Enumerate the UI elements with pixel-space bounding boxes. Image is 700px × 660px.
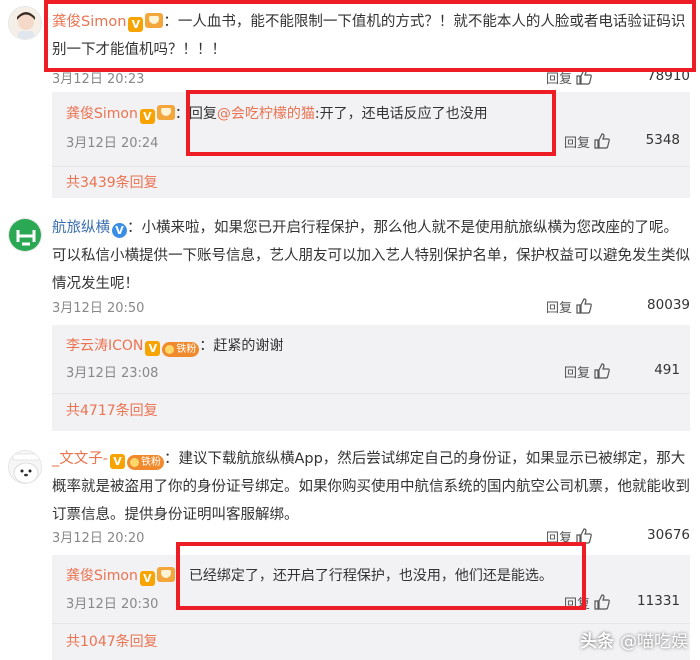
comment-text: _文文子- V 铁粉 ：建议下载航旅纵横App，然后尝试绑定自己的身份证，如果显示已被… [52, 451, 690, 523]
like-count: 491 [654, 362, 680, 378]
like-count: 30676 [647, 527, 690, 543]
verified-icon: V [112, 223, 127, 238]
reply-button[interactable]: 回复 [564, 593, 590, 612]
avatar[interactable] [8, 450, 42, 484]
avatar[interactable] [8, 6, 42, 40]
reply-button[interactable]: 回复 [564, 132, 590, 151]
reply-box: 李云涛ICON V 铁粉 ：赶紧的谢谢 3月12日 23:08 回复 491 共471… [52, 325, 690, 431]
comment-text: 航旅纵横 V ：小横来啦，如果您已开启行程保护，那么他人就不是使用航旅纵横为您改座的… [52, 220, 690, 292]
timestamp: 3月12日 23:08 [66, 366, 159, 381]
divider [52, 623, 690, 624]
like-count: 78910 [647, 68, 690, 84]
verified-icon: V [109, 454, 125, 469]
verified-icon: V [139, 571, 155, 586]
crown-icon [156, 105, 175, 120]
crown-icon [156, 567, 175, 582]
username-link[interactable]: 航旅纵横 [52, 220, 110, 236]
thumbs-up-icon[interactable] [576, 528, 592, 544]
verified-icon: V [128, 17, 144, 32]
thumbs-up-icon[interactable] [576, 69, 592, 85]
comment-text: 龚俊Simon V ：一人血书，能不能限制一下值机的方式？！就不能本人的人脸或者电话… [52, 13, 686, 58]
reply-button[interactable]: 回复 [546, 68, 572, 87]
username-link[interactable]: 龚俊Simon [66, 106, 138, 122]
timestamp: 3月12日 20:50 [52, 301, 145, 316]
reply-prefix: 回复 [188, 106, 217, 122]
reply-button[interactable]: 回复 [546, 527, 572, 546]
reply-meta: 3月12日 20:30 回复 11331 [66, 593, 690, 613]
more-replies-link[interactable]: 共4717条回复 [66, 400, 158, 420]
more-replies-link[interactable]: 共3439条回复 [66, 172, 158, 192]
fan-badge: 铁粉 [162, 342, 200, 357]
divider [52, 393, 690, 394]
reply-text: 李云涛ICON V 铁粉 ：赶紧的谢谢 [66, 334, 682, 358]
watermark-brand: 头条 [580, 632, 615, 652]
more-replies-link[interactable]: 共1047条回复 [66, 631, 158, 651]
reply-button[interactable]: 回复 [546, 297, 572, 316]
thumbs-up-icon[interactable] [576, 298, 592, 314]
reply-box: 龚俊Simon V ：回复@会吃柠檬的猫:开了，还电话反应了也没用 3月12日 20… [52, 92, 690, 198]
like-count: 80039 [647, 297, 690, 313]
thumbs-up-icon[interactable] [594, 363, 610, 379]
thumbs-up-icon[interactable] [594, 133, 610, 149]
timestamp: 3月12日 20:23 [52, 72, 145, 87]
like-count: 11331 [637, 593, 680, 609]
mention-link[interactable]: @会吃柠檬的猫 [217, 106, 315, 122]
username-link[interactable]: _文文子- [52, 451, 108, 467]
thumbs-up-icon[interactable] [594, 594, 610, 610]
avatar[interactable] [8, 218, 42, 252]
divider [52, 166, 690, 167]
username-link[interactable]: 龚俊Simon [52, 14, 126, 30]
fan-badge: 铁粉 [126, 455, 164, 470]
reply-content: ：已经绑定了，还开启了行程保护，也没用，他们还是能选。 [174, 568, 553, 584]
watermark: 头条 @喵吃娱 [580, 627, 688, 652]
comment-content: 小横来啦，如果您已开启行程保护，那么他人就不是使用航旅纵横为您改座的了呢。可以私… [52, 220, 690, 292]
watermark-handle: @喵吃娱 [620, 632, 688, 652]
reply-meta: 3月12日 20:24 回复 5348 [66, 132, 690, 152]
crown-icon [145, 13, 164, 28]
reply-button[interactable]: 回复 [564, 362, 590, 381]
timestamp: 3月12日 20:24 [66, 136, 159, 151]
reply-content: :开了，还电话反应了也没用 [314, 106, 488, 122]
like-count: 5348 [645, 132, 680, 148]
timestamp: 3月12日 20:20 [52, 531, 145, 546]
comment-meta: 3月12日 20:23 回复 78910 [52, 68, 690, 88]
comment-meta: 3月12日 20:50 回复 80039 [52, 297, 690, 317]
username-link[interactable]: 李云涛ICON [66, 338, 143, 354]
reply-text: 龚俊Simon V ：已经绑定了，还开启了行程保护，也没用，他们还是能选。 [66, 564, 682, 588]
verified-icon: V [145, 341, 161, 356]
username-link[interactable]: 龚俊Simon [66, 568, 138, 584]
reply-content: ：赶紧的谢谢 [199, 338, 284, 354]
reply-text: 龚俊Simon V ：回复@会吃柠檬的猫:开了，还电话反应了也没用 [66, 105, 488, 124]
verified-icon: V [139, 109, 155, 124]
comment-meta: 3月12日 20:20 回复 30676 [52, 527, 690, 547]
reply-meta: 3月12日 23:08 回复 491 [66, 362, 690, 382]
timestamp: 3月12日 20:30 [66, 597, 159, 612]
